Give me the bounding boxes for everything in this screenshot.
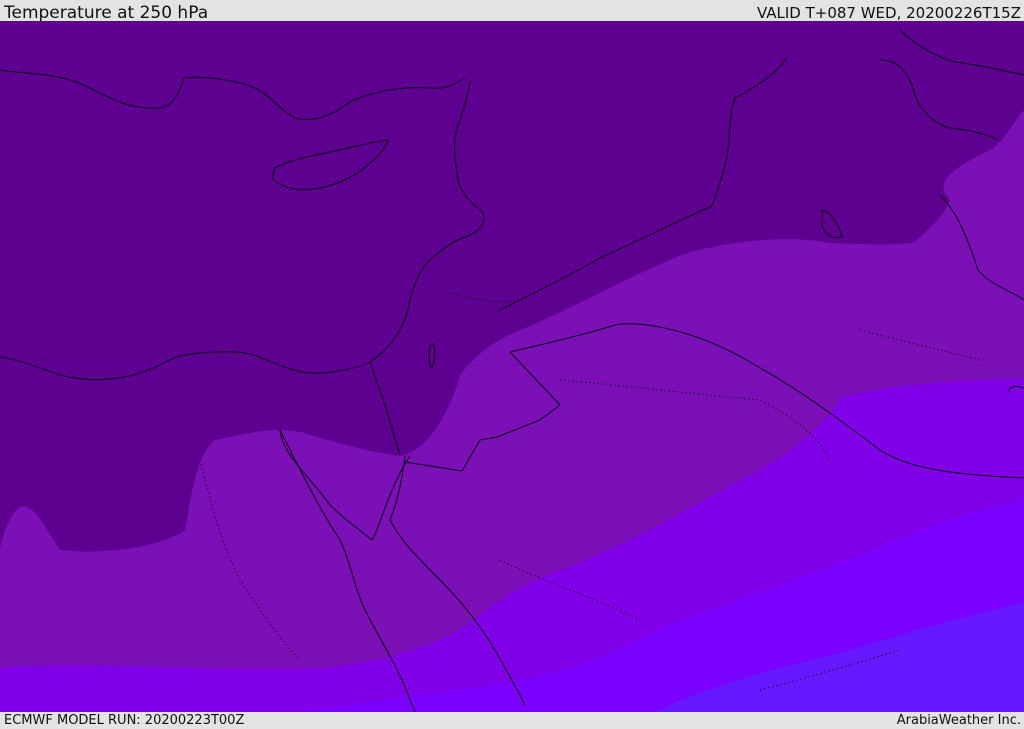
- model-run: ECMWF MODEL RUN: 20200223T00Z: [4, 713, 245, 728]
- valid-time: VALID T+087 WED, 20200226T15Z: [756, 4, 1021, 22]
- weather-map-app: Temperature at 250 hPa VALID T+087 WED, …: [0, 0, 1024, 729]
- footer-bar: ECMWF MODEL RUN: 20200223T00Z ArabiaWeat…: [0, 712, 1024, 729]
- map-title: Temperature at 250 hPa: [4, 3, 209, 23]
- credit: ArabiaWeather Inc.: [896, 713, 1021, 728]
- header-bar: Temperature at 250 hPa VALID T+087 WED, …: [0, 0, 1024, 23]
- temperature-map: [0, 21, 1024, 712]
